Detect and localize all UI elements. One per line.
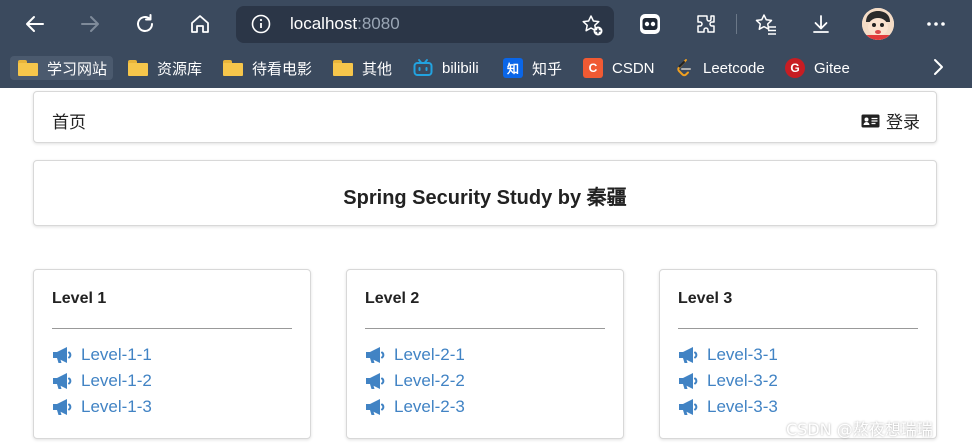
bookmark-label: bilibili <box>442 59 479 77</box>
top-menu: 首页 登录 <box>33 91 937 143</box>
refresh-icon[interactable] <box>129 8 161 40</box>
bookmark-label: Gitee <box>814 59 850 77</box>
level-heading: Level 1 <box>52 290 107 307</box>
more-menu-icon[interactable] <box>920 8 952 40</box>
bookmark-label: 资源库 <box>157 60 203 78</box>
level-link[interactable]: Level-2-1 <box>365 342 465 368</box>
zhihu-icon: 知 <box>503 58 523 78</box>
toolbar-divider <box>736 14 737 34</box>
csdn-watermark: CSDN @熬夜想瑞瑞 <box>786 420 933 439</box>
bullhorn-icon <box>366 399 385 415</box>
bookmark-label: 知乎 <box>532 60 563 78</box>
bilibili-icon <box>413 58 433 78</box>
bookmark-label: 待看电影 <box>252 60 313 78</box>
level-link[interactable]: Level-1-1 <box>52 342 152 368</box>
level-1-card: Level 1 Level-1-1 Level-1-2 Level-1-3 <box>33 269 311 439</box>
extensions-icon[interactable] <box>690 8 722 40</box>
page-content: 首页 登录 Spring Security Study by 秦疆 Level … <box>0 88 972 443</box>
level-link-label: Level-2-3 <box>394 397 465 416</box>
level-link-label: Level-3-2 <box>707 371 778 390</box>
bookmark-csdn[interactable]: C CSDN <box>583 56 655 80</box>
level-3-card: Level 3 Level-3-1 Level-3-2 Level-3-3 <box>659 269 937 439</box>
bookmark-other[interactable]: 其他 <box>333 56 392 80</box>
back-icon[interactable] <box>19 8 51 40</box>
level-link-label: Level-1-2 <box>81 371 152 390</box>
level-link-label: Level-1-1 <box>81 345 152 364</box>
folder-icon <box>223 58 243 78</box>
bookmark-label: Leetcode <box>703 59 765 77</box>
level-link[interactable]: Level-3-3 <box>678 394 778 420</box>
level-link-label: Level-2-1 <box>394 345 465 364</box>
nav-login-label: 登录 <box>886 113 920 133</box>
bookmark-label: 学习网站 <box>47 60 108 78</box>
folder-icon <box>333 58 353 78</box>
chevron-right-icon[interactable] <box>928 56 948 82</box>
bullhorn-icon <box>53 347 72 363</box>
id-card-icon <box>861 114 880 127</box>
bullhorn-icon <box>366 373 385 389</box>
level-link-label: Level-3-1 <box>707 345 778 364</box>
divider <box>678 328 918 329</box>
level-link-label: Level-1-3 <box>81 397 152 416</box>
address-bar[interactable]: localhost:8080 <box>236 6 614 43</box>
address-host: localhost <box>290 14 358 33</box>
level-link[interactable]: Level-2-3 <box>365 394 465 420</box>
add-favorite-icon[interactable] <box>580 13 604 41</box>
divider <box>52 328 292 329</box>
bullhorn-icon <box>679 399 698 415</box>
profile-avatar[interactable] <box>862 8 894 40</box>
level-link[interactable]: Level-1-3 <box>52 394 152 420</box>
browser-toolbar: localhost:8080 <box>0 0 972 48</box>
title-segment: Spring Security Study by 秦疆 <box>33 160 937 226</box>
level-heading: Level 2 <box>365 290 420 307</box>
bullhorn-icon <box>53 399 72 415</box>
folder-icon <box>18 58 38 78</box>
level-2-card: Level 2 Level-2-1 Level-2-2 Level-2-3 <box>346 269 624 439</box>
bookmark-zhihu[interactable]: 知 知乎 <box>503 56 562 80</box>
bullhorn-icon <box>679 347 698 363</box>
bullhorn-icon <box>679 373 698 389</box>
bookmark-resources[interactable]: 资源库 <box>128 56 202 80</box>
bookmark-label: CSDN <box>612 59 655 77</box>
bookmark-leetcode[interactable]: Leetcode <box>674 56 765 80</box>
address-port: :8080 <box>357 14 400 33</box>
extension-mask-icon[interactable] <box>634 8 666 40</box>
folder-icon <box>128 58 148 78</box>
site-info-icon[interactable] <box>250 13 272 39</box>
download-icon[interactable] <box>805 8 837 40</box>
forward-icon[interactable] <box>74 8 106 40</box>
nav-login-link[interactable]: 登录 <box>861 108 920 133</box>
divider <box>365 328 605 329</box>
address-url: localhost:8080 <box>290 14 400 34</box>
level-link[interactable]: Level-1-2 <box>52 368 152 394</box>
bullhorn-icon <box>366 347 385 363</box>
bookmark-gitee[interactable]: G Gitee <box>785 56 850 80</box>
level-link-label: Level-2-2 <box>394 371 465 390</box>
favorites-icon[interactable] <box>750 8 782 40</box>
gitee-icon: G <box>785 58 805 78</box>
level-link[interactable]: Level-3-1 <box>678 342 778 368</box>
bullhorn-icon <box>53 373 72 389</box>
nav-home-link[interactable]: 首页 <box>52 108 86 133</box>
bookmark-label: 其他 <box>362 60 393 78</box>
leetcode-icon <box>674 58 694 78</box>
level-link[interactable]: Level-2-2 <box>365 368 465 394</box>
bookmark-study-sites[interactable]: 学习网站 <box>10 56 114 80</box>
bookmarks-bar: 学习网站 资源库 待看电影 其他 bilibili 知 知乎 C CSDN Le… <box>0 48 972 88</box>
page-title: Spring Security Study by 秦疆 <box>343 187 627 209</box>
bookmark-movies[interactable]: 待看电影 <box>223 56 312 80</box>
csdn-icon: C <box>583 58 603 78</box>
level-heading: Level 3 <box>678 290 733 307</box>
bookmark-bilibili[interactable]: bilibili <box>413 56 479 80</box>
level-link-label: Level-3-3 <box>707 397 778 416</box>
level-link[interactable]: Level-3-2 <box>678 368 778 394</box>
home-icon[interactable] <box>184 8 216 40</box>
